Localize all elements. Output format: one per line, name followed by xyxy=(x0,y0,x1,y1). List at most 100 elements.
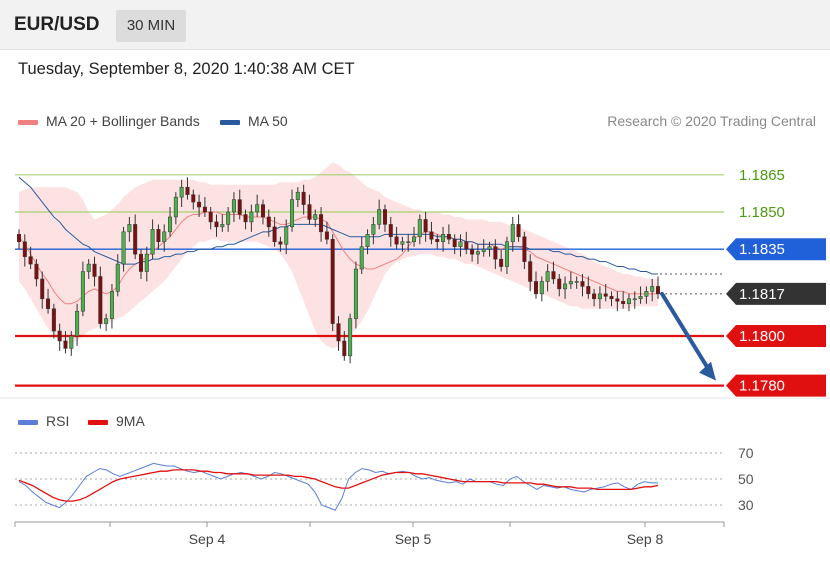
candle-body xyxy=(365,234,370,247)
rsi-tick-label: 30 xyxy=(738,497,754,513)
candle-body xyxy=(446,234,451,240)
candle-body xyxy=(481,248,486,252)
candle-body xyxy=(516,224,521,238)
candle-body xyxy=(597,293,602,300)
candle-body xyxy=(46,298,51,309)
candle-body xyxy=(57,330,62,342)
candle-body xyxy=(22,241,27,257)
candle-body xyxy=(80,271,85,312)
candle-body xyxy=(324,231,329,240)
candle-body xyxy=(586,286,591,295)
level-value: 1.1780 xyxy=(739,378,785,395)
candle-body xyxy=(336,323,341,342)
candle-body xyxy=(487,246,492,250)
candle-body xyxy=(301,191,306,205)
candle-body xyxy=(150,229,155,255)
candle-body xyxy=(353,268,358,319)
level-label-0: 1.1865 xyxy=(739,167,785,184)
level-value: 1.1817 xyxy=(739,286,785,303)
level-label-2: 1.1835 xyxy=(726,238,826,261)
candle-body xyxy=(17,234,21,243)
candle-body xyxy=(470,248,475,255)
candle-body xyxy=(63,340,68,349)
candle-body xyxy=(98,276,103,324)
candle-body xyxy=(377,209,382,225)
candle-body xyxy=(638,296,643,300)
candle-body xyxy=(441,234,446,243)
candle-body xyxy=(191,194,196,203)
candle-body xyxy=(185,186,190,195)
candle-body xyxy=(278,241,283,245)
candle-body xyxy=(609,296,614,300)
candle-body xyxy=(109,291,114,319)
candle-body xyxy=(243,214,248,223)
rsi-tick-label: 70 xyxy=(738,445,754,461)
candle-body xyxy=(563,283,568,290)
candle-body xyxy=(412,236,417,243)
candle-body xyxy=(231,199,236,213)
candle-body xyxy=(40,278,45,300)
level-label-4: 1.1800 xyxy=(726,325,826,347)
candle-body xyxy=(632,298,637,301)
candle-body xyxy=(319,214,324,233)
candle-body xyxy=(534,281,539,295)
candle-body xyxy=(133,224,138,255)
candle-body xyxy=(138,253,143,272)
candle-body xyxy=(290,199,295,228)
price-chart: 1.1865 1.1850 1.1835 1.1817 1.1800 1.1780 70 50… xyxy=(0,162,830,547)
candle-body xyxy=(382,209,387,225)
level-label-5: 1.1780 xyxy=(726,374,826,397)
candle-body xyxy=(499,258,504,267)
candle-body xyxy=(388,224,393,238)
forecast-arrow-shaft xyxy=(660,291,712,374)
candle-body xyxy=(173,196,178,218)
candle-body xyxy=(127,224,132,233)
candle-body xyxy=(214,221,219,228)
rsi-tick-label: 50 xyxy=(738,471,754,487)
candle-body xyxy=(510,224,515,243)
candle-body xyxy=(394,236,399,245)
candle-body xyxy=(522,236,527,262)
candle xyxy=(348,313,353,364)
candle xyxy=(353,261,358,329)
candle-body xyxy=(342,340,347,357)
candle-body xyxy=(284,226,289,245)
candle-body xyxy=(592,293,597,300)
candle-body xyxy=(75,310,80,337)
candle-body xyxy=(144,253,149,272)
candle-body xyxy=(528,261,533,282)
candle-body xyxy=(493,246,498,260)
level-value: 1.1865 xyxy=(739,167,785,184)
candle-body xyxy=(266,216,271,228)
candle-body xyxy=(69,335,74,349)
candle-body xyxy=(539,281,544,295)
candle-body xyxy=(295,191,300,200)
candle-body xyxy=(615,298,620,302)
candle-body xyxy=(423,219,428,233)
level-value: 1.1800 xyxy=(739,328,785,345)
candle-body xyxy=(272,226,277,243)
candle-body xyxy=(545,271,550,282)
candle-body xyxy=(475,251,480,255)
candle-body xyxy=(51,308,56,332)
candle-body xyxy=(580,281,585,287)
candle-body xyxy=(260,204,265,218)
candle-body xyxy=(435,239,440,243)
candle-body xyxy=(28,256,33,265)
candle-body xyxy=(650,286,655,292)
candle-body xyxy=(92,263,97,277)
candle-body xyxy=(574,281,579,283)
level-value: 1.1835 xyxy=(739,241,785,258)
candle-body xyxy=(255,204,260,213)
candle-body xyxy=(656,286,660,295)
candle-body xyxy=(348,318,353,357)
x-tick-label: Sep 8 xyxy=(627,531,664,547)
candle-body xyxy=(34,263,39,280)
candle-body xyxy=(313,214,318,220)
x-tick-label: Sep 4 xyxy=(189,531,226,547)
candle-body xyxy=(417,219,422,238)
level-label-1: 1.1850 xyxy=(739,204,785,221)
candle-body xyxy=(557,278,562,290)
candle-body xyxy=(202,206,207,213)
candle-body xyxy=(551,271,556,280)
